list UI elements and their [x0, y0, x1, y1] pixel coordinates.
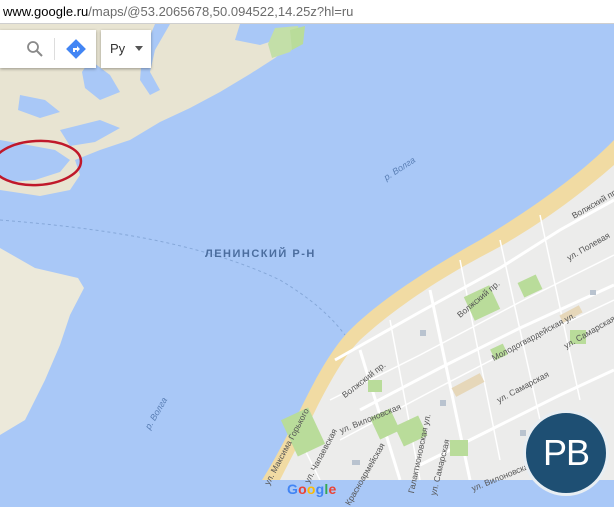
- search-panel: [0, 30, 96, 68]
- watermark-text: PB: [542, 432, 590, 473]
- url-path: /maps/@53.2065678,50.094522,14.25z?hl=ru: [88, 4, 354, 19]
- google-logo-letter: G: [287, 481, 299, 497]
- chevron-down-icon: [135, 46, 143, 51]
- address-bar[interactable]: www.google.ru/maps/@53.2065678,50.094522…: [0, 0, 614, 24]
- watermark-logo: PB: [523, 410, 609, 496]
- google-logo-letter: e: [328, 481, 337, 497]
- url-host: www.google.ru: [3, 4, 89, 19]
- google-logo-letter: o: [298, 481, 307, 497]
- google-logo: Google: [287, 481, 336, 497]
- google-logo-letter: o: [306, 481, 316, 497]
- google-logo-letter: g: [315, 481, 325, 497]
- language-value: Ру: [110, 41, 126, 56]
- map-canvas[interactable]: ЛЕНИНСКИЙ Р-Н р. Волга р. Волга Волжский…: [0, 24, 614, 507]
- divider: [54, 38, 55, 60]
- directions-icon[interactable]: [65, 38, 87, 60]
- district-label: ЛЕНИНСКИЙ Р-Н: [205, 248, 316, 260]
- language-select[interactable]: Ру: [101, 30, 151, 68]
- search-icon[interactable]: [26, 40, 44, 58]
